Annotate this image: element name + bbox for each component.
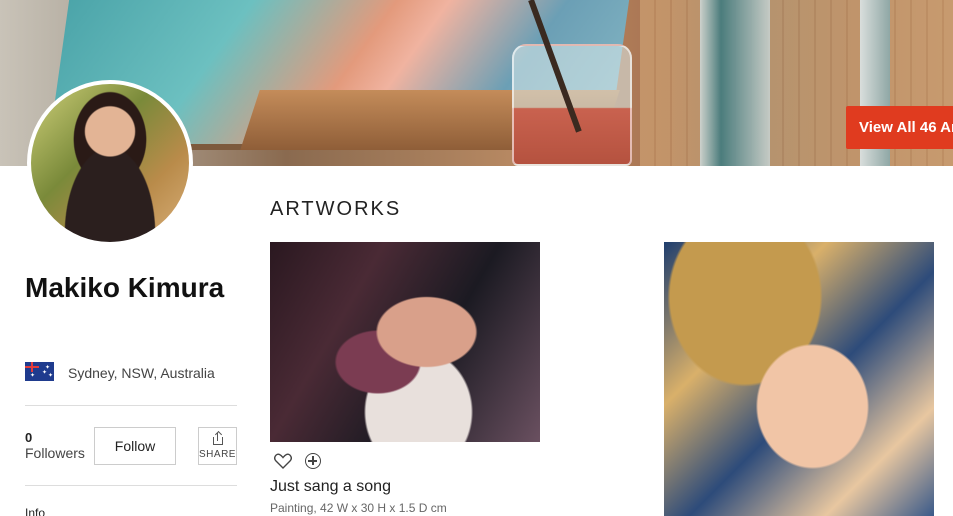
share-button[interactable]: SHARE [198, 427, 237, 465]
artwork-meta: Painting, 42 W x 30 H x 1.5 D cm [270, 501, 447, 515]
follow-button[interactable]: Follow [94, 427, 176, 465]
divider [25, 485, 237, 486]
divider [25, 405, 237, 406]
share-label: SHARE [199, 449, 236, 460]
australia-flag-icon: ✦ ✦ ✦ ✦ [25, 362, 54, 381]
followers-count: 0 [25, 430, 33, 445]
heart-icon[interactable] [274, 453, 292, 469]
add-to-collection-icon[interactable] [305, 453, 321, 469]
artwork-title[interactable]: Just sang a song [270, 478, 391, 496]
artist-name: Makiko Kimura [25, 272, 225, 303]
section-title: ARTWORKS [270, 198, 402, 220]
info-tab[interactable]: Info [25, 506, 45, 516]
artwork-image[interactable] [270, 242, 540, 442]
avatar [27, 80, 193, 246]
view-all-artworks-button[interactable]: View All 46 Artworks [846, 106, 953, 149]
artwork-image[interactable] [664, 242, 934, 516]
artist-location: Sydney, NSW, Australia [68, 365, 215, 381]
followers-label: Followers [25, 445, 85, 461]
